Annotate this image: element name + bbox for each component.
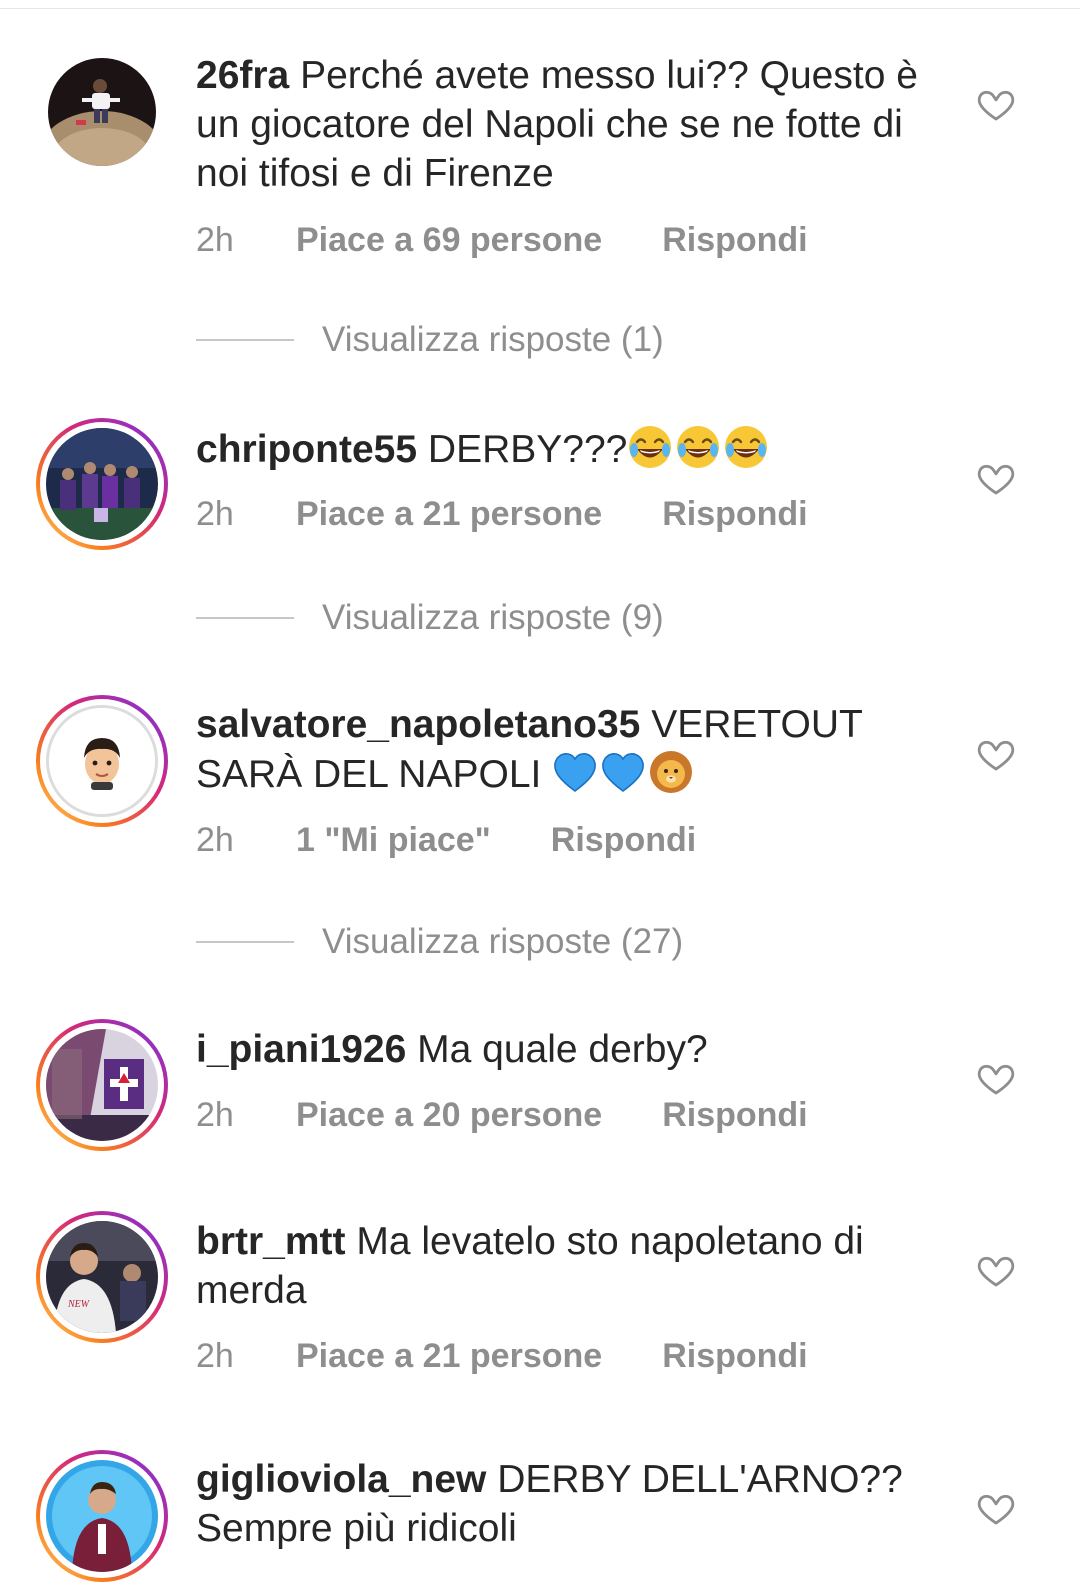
face-with-tears-of-joy-emoji — [725, 426, 768, 468]
comment-text: chriponte55 DERBY??? — [196, 424, 936, 474]
comment-meta: 2h Piace a 69 persone Rispondi — [196, 220, 808, 260]
comment-body: Ma quale derby? — [417, 1028, 708, 1071]
avatar[interactable] — [36, 46, 168, 178]
comment-likes[interactable]: Piace a 21 persone — [296, 1336, 602, 1376]
comment-likes[interactable]: Piace a 20 persone — [296, 1095, 602, 1135]
light-blue-heart-emoji — [602, 753, 645, 792]
view-replies-button[interactable]: Visualizza risposte (9) — [196, 598, 664, 638]
heart-outline-icon[interactable] — [976, 1058, 1016, 1098]
comment-time: 2h — [196, 1337, 234, 1375]
comment-time: 2h — [196, 495, 234, 533]
comment-body: DERBY??? — [427, 428, 628, 471]
view-replies-label: Visualizza risposte (9) — [322, 598, 664, 637]
avatar[interactable] — [36, 1450, 168, 1582]
top-divider — [0, 8, 1080, 9]
heart-outline-icon[interactable] — [976, 458, 1016, 498]
comment-likes[interactable]: Piace a 69 persone — [296, 220, 602, 260]
comment-text: i_piani1926 Ma quale derby? — [196, 1025, 936, 1074]
heart-outline-icon[interactable] — [976, 1250, 1016, 1290]
reply-button[interactable]: Rispondi — [662, 494, 807, 534]
face-with-tears-of-joy-emoji — [629, 426, 672, 468]
view-replies-label: Visualizza risposte (27) — [322, 922, 684, 961]
comment-username[interactable]: i_piani1926 — [196, 1028, 406, 1071]
replies-divider-line — [196, 617, 294, 619]
comment-time: 2h — [196, 1096, 234, 1134]
comment-likes[interactable]: Piace a 21 persone — [296, 494, 602, 534]
heart-outline-icon[interactable] — [976, 84, 1016, 124]
comment-meta: 2h 1 "Mi piace" Rispondi — [196, 820, 696, 860]
comment-meta: 2h Piace a 21 persone Rispondi — [196, 1336, 808, 1376]
reply-button[interactable]: Rispondi — [662, 220, 807, 260]
comment-username[interactable]: brtr_mtt — [196, 1220, 346, 1263]
comment-username[interactable]: salvatore_napoletano35 — [196, 703, 640, 746]
reply-button[interactable]: Rispondi — [662, 1336, 807, 1376]
comment-username[interactable]: giglioviola_new — [196, 1458, 486, 1501]
avatar[interactable]: NEW — [36, 1211, 168, 1343]
view-replies-label: Visualizza risposte (1) — [322, 320, 664, 359]
replies-divider-line — [196, 339, 294, 341]
lion-face-emoji — [650, 751, 693, 793]
face-with-tears-of-joy-emoji — [677, 426, 720, 468]
avatar[interactable] — [36, 418, 168, 550]
comment-time: 2h — [196, 221, 234, 259]
light-blue-heart-emoji — [554, 753, 597, 792]
comment-meta: 2h Piace a 20 persone Rispondi — [196, 1095, 808, 1135]
comment-body: Perché avete messo lui?? Questo è un gio… — [196, 54, 918, 195]
comment-username[interactable]: 26fra — [196, 54, 289, 97]
avatar[interactable] — [36, 1019, 168, 1151]
heart-outline-icon[interactable] — [976, 734, 1016, 774]
reply-button[interactable]: Rispondi — [551, 820, 696, 860]
comment-username[interactable]: chriponte55 — [196, 428, 417, 471]
view-replies-button[interactable]: Visualizza risposte (27) — [196, 922, 683, 962]
comment-likes[interactable]: 1 "Mi piace" — [296, 820, 491, 860]
replies-divider-line — [196, 941, 294, 943]
comment-meta: 2h Piace a 21 persone Rispondi — [196, 494, 808, 534]
comment-text: giglioviola_new DERBY DELL'ARNO?? Sempre… — [196, 1455, 936, 1553]
comment-text: brtr_mtt Ma levatelo sto napoletano di m… — [196, 1217, 936, 1315]
comment-text: 26fra Perché avete messo lui?? Questo è … — [196, 51, 936, 198]
heart-outline-icon[interactable] — [976, 1488, 1016, 1528]
avatar[interactable] — [36, 695, 168, 827]
view-replies-button[interactable]: Visualizza risposte (1) — [196, 320, 664, 360]
reply-button[interactable]: Rispondi — [662, 1095, 807, 1135]
comment-text: salvatore_napoletano35 VERETOUT SARÀ DEL… — [196, 700, 936, 799]
comment-time: 2h — [196, 821, 234, 859]
svg-text:NEW: NEW — [67, 1299, 91, 1310]
